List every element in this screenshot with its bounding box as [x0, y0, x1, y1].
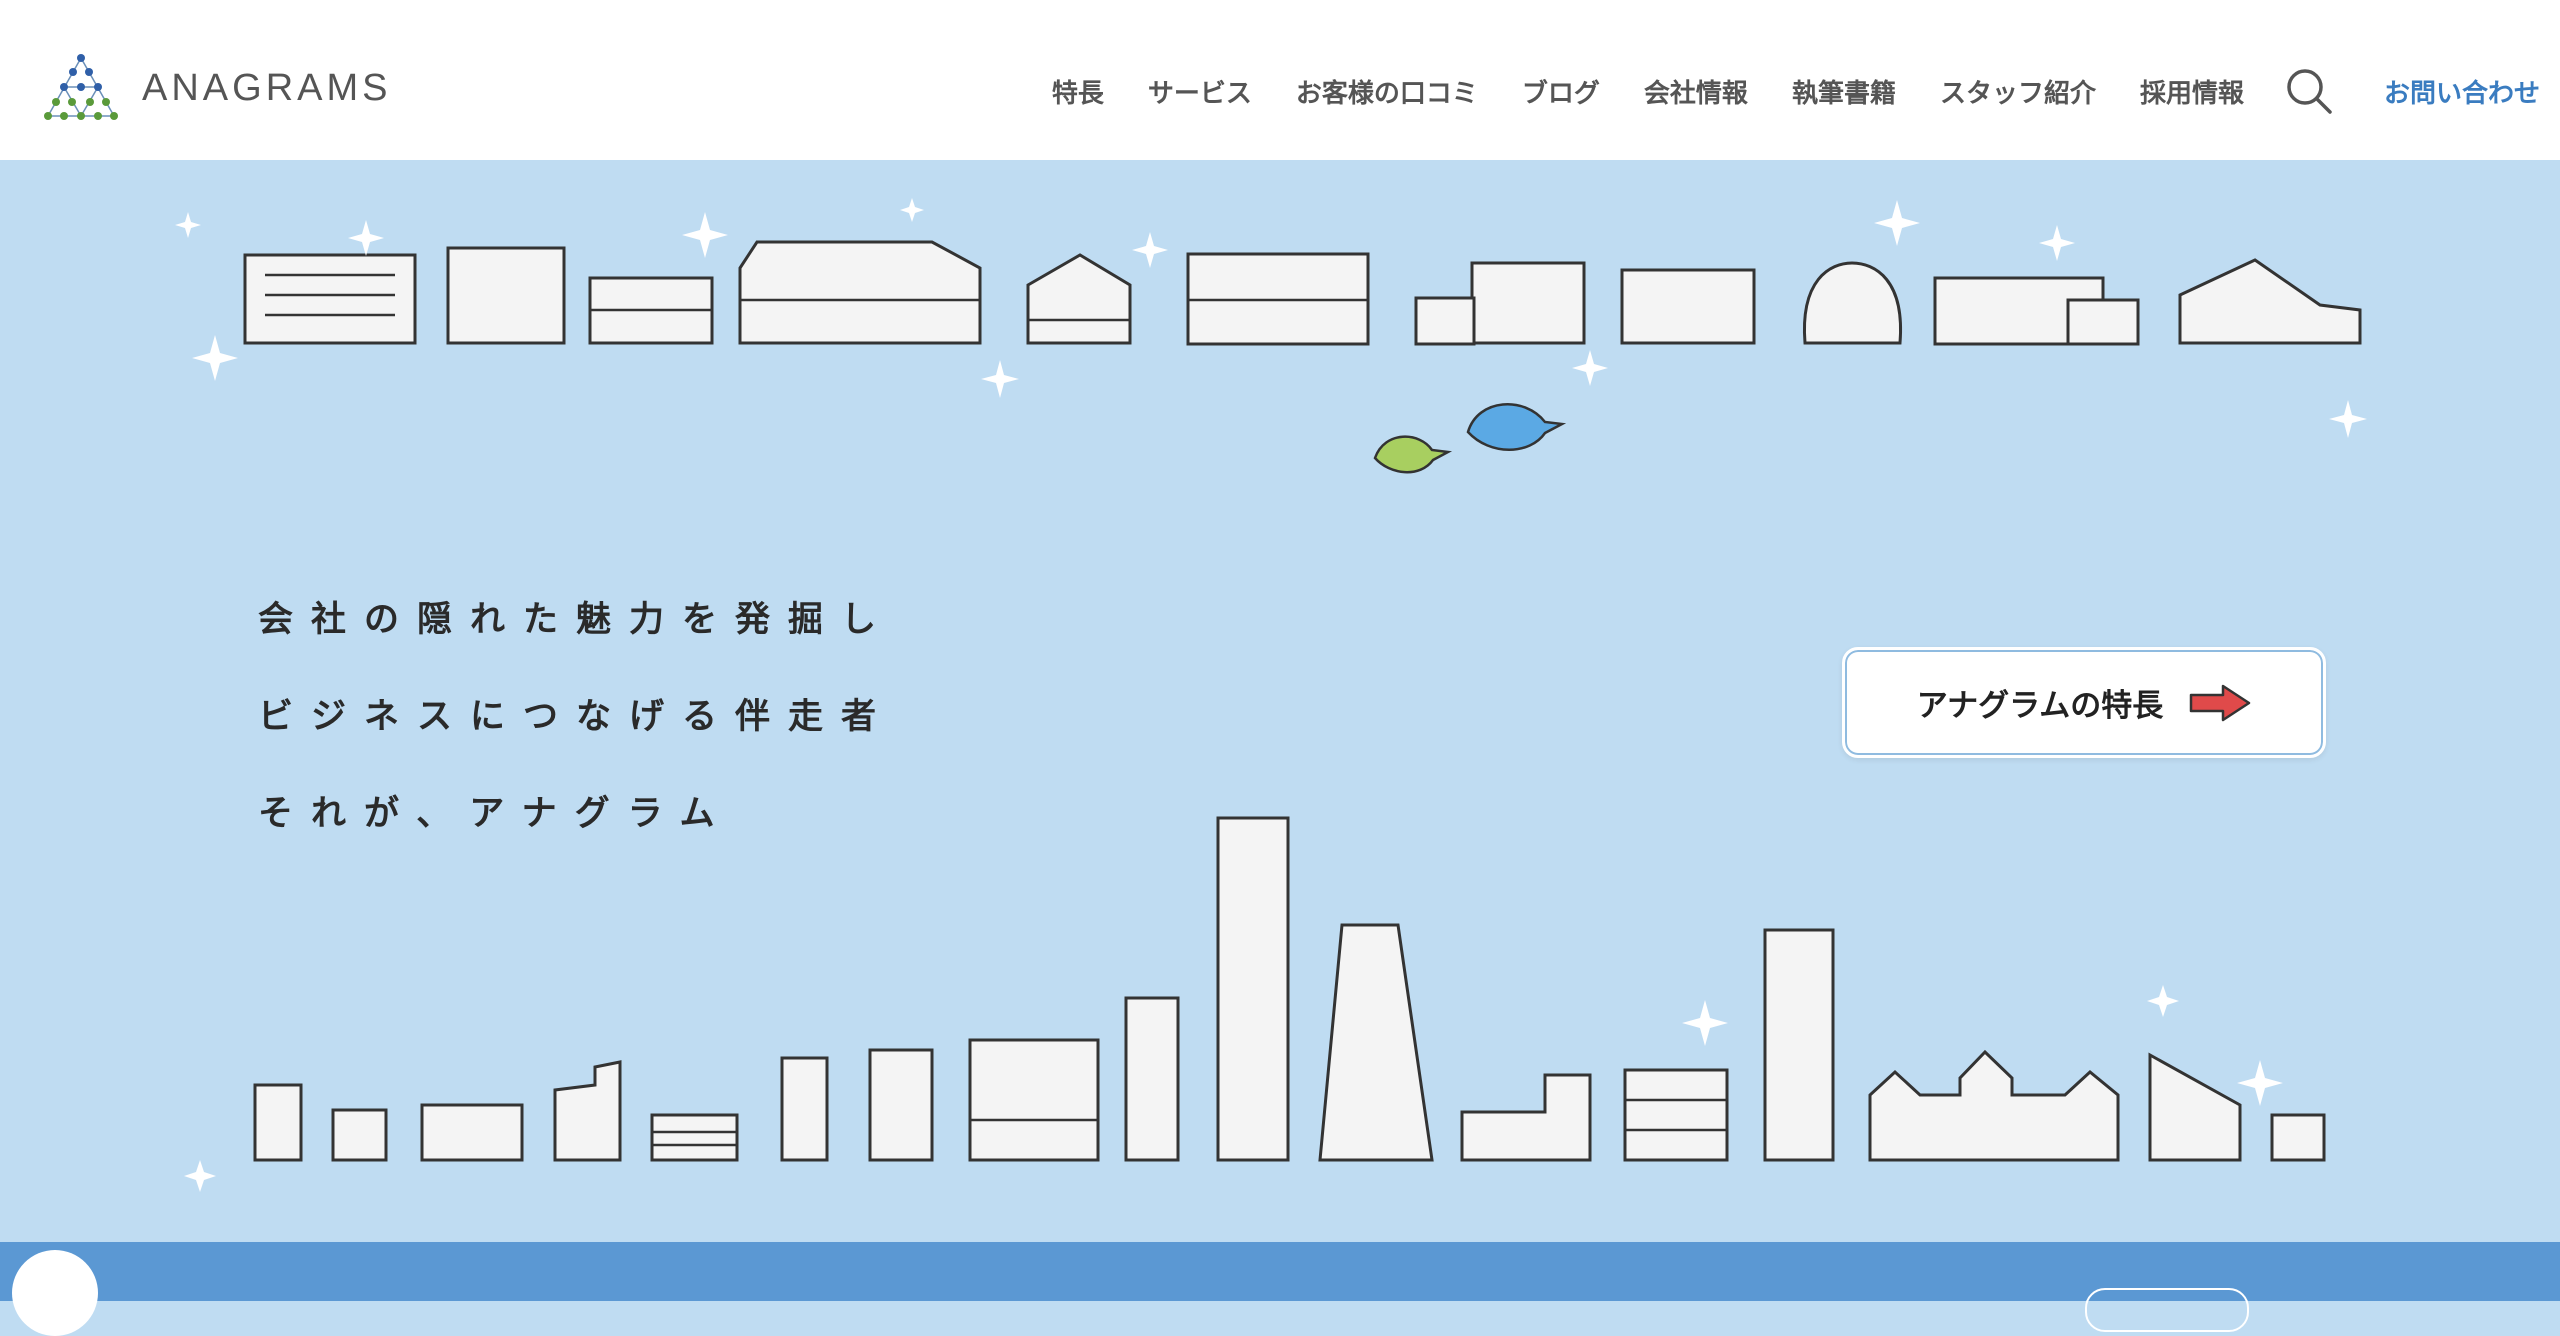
features-button[interactable]: アナグラムの特長	[1842, 647, 2326, 758]
nav-item-services[interactable]: サービス	[1148, 73, 1252, 110]
nav-item-staff[interactable]: スタッフ紹介	[1940, 73, 2096, 110]
features-button-label: アナグラムの特長	[1916, 688, 2164, 724]
tagline-line-3: それが、アナグラム	[258, 794, 733, 834]
nav-contact-link[interactable]: お問い合わせ	[2384, 73, 2540, 110]
nav-item-blog[interactable]: ブログ	[1522, 73, 1600, 110]
right-arrow-icon	[2189, 684, 2251, 721]
site-header: ANAGRAMS 特長 サービス お客様の口コミ ブログ 会社情報 執筆書籍 ス…	[0, 0, 2560, 160]
tagline-line-1: 会社の隠れた魅力を発掘し	[258, 600, 895, 640]
banner-pill-button[interactable]	[2085, 1288, 2249, 1332]
nav-item-books[interactable]: 執筆書籍	[1792, 73, 1896, 110]
tagline-line-2: ビジネスにつなげる伴走者	[258, 697, 895, 737]
floating-chat-button[interactable]	[12, 1250, 98, 1336]
nav-item-features[interactable]: 特長	[1052, 73, 1104, 110]
nav-item-recruit[interactable]: 採用情報	[2140, 73, 2244, 110]
logo-text: ANAGRAMS	[142, 66, 392, 109]
logo[interactable]: ANAGRAMS	[40, 52, 391, 124]
anagrams-logo-icon	[44, 54, 118, 120]
hero-section: 会社の隠れた魅力を発掘し ビジネスにつなげる伴走者 それが、アナグラム アナグラ…	[0, 160, 2560, 1242]
nav-item-reviews[interactable]: お客様の口コミ	[1296, 73, 1478, 110]
nav-item-company[interactable]: 会社情報	[1644, 73, 1748, 110]
main-nav: 特長 サービス お客様の口コミ ブログ 会社情報 執筆書籍 スタッフ紹介 採用情…	[1008, 66, 2540, 116]
search-icon[interactable]	[2284, 66, 2334, 116]
hero-tagline: 会社の隠れた魅力を発掘し ビジネスにつなげる伴走者 それが、アナグラム	[258, 572, 894, 863]
